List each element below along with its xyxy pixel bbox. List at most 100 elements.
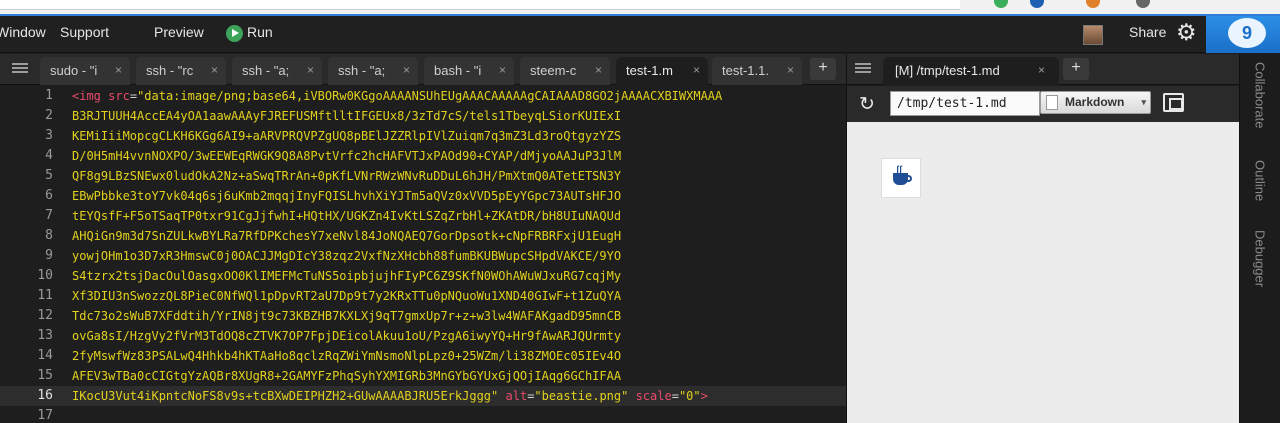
line-number: 7 bbox=[45, 208, 53, 223]
tab-label: steem-c bbox=[530, 63, 577, 78]
run-button[interactable]: Run bbox=[247, 24, 273, 40]
menu-support[interactable]: Support bbox=[60, 24, 109, 40]
extension-icon[interactable] bbox=[1030, 0, 1044, 8]
play-icon[interactable] bbox=[226, 25, 243, 42]
equals: = bbox=[129, 89, 138, 103]
line-number: 15 bbox=[37, 368, 53, 383]
preview-tab-bar: [M] /tmp/test-1.md × + bbox=[847, 54, 1239, 85]
popout-icon[interactable] bbox=[1163, 93, 1184, 112]
browser-chrome-strip bbox=[0, 0, 1280, 16]
add-tab-button[interactable]: + bbox=[1063, 58, 1089, 80]
tab-label: ssh - "a; bbox=[338, 63, 386, 78]
code-line: KEMiIiiMopcgCLKH6KGg6AI9+aARVPRQVPZgUQ8p… bbox=[72, 129, 622, 143]
code-line: 2fyMswfWz83PSALwQ4Hhkb4hKTAaHo8qclzRqZWi… bbox=[72, 349, 622, 363]
preview-tab[interactable]: [M] /tmp/test-1.md × bbox=[883, 57, 1059, 85]
java-cup-icon: ʃʃ bbox=[881, 158, 921, 198]
code-line: yowjOHm1o3D7xR3HmswC0j0OACJJMgDIcY38zqz2… bbox=[72, 249, 622, 263]
preview-toolbar: ↻ /tmp/test-1.md Markdown ▾ bbox=[847, 86, 1239, 122]
close-icon[interactable]: × bbox=[403, 57, 410, 84]
line-number: 17 bbox=[37, 408, 53, 423]
editor-tab-active[interactable]: test-1.m × bbox=[616, 57, 708, 85]
tab-label: ssh - "a; bbox=[242, 63, 290, 78]
attr-value: IKocU3Vut4iKpntcNoFS8v9s+tcBXwDEIPHZH2+G… bbox=[72, 389, 499, 403]
attr-name: src bbox=[108, 89, 130, 103]
code-line: EBwPbbke3toY7vk04q6sj6uKmb2mqqjInyFQISLh… bbox=[72, 189, 622, 203]
editor-tab-bar: sudo - "i × ssh - "rc × ssh - "a; × ssh - "… bbox=[0, 54, 846, 85]
code-line: D/0H5mH4vvnNOXPO/3wEEWEqRWGK9Q8A8PvtVrfc… bbox=[72, 149, 622, 163]
line-number: 2 bbox=[45, 108, 53, 123]
editor-tab[interactable]: bash - "i × bbox=[424, 57, 514, 85]
close-icon[interactable]: × bbox=[693, 57, 700, 84]
tab-label: ssh - "rc bbox=[146, 63, 194, 78]
share-button[interactable]: Share bbox=[1129, 24, 1166, 40]
extension-icon[interactable] bbox=[994, 0, 1008, 8]
attr-name: alt bbox=[505, 389, 528, 403]
cloud9-logo-icon: 9 bbox=[1228, 18, 1266, 48]
preview-button[interactable]: Preview bbox=[154, 24, 204, 40]
equals: = bbox=[671, 389, 679, 403]
refresh-icon[interactable]: ↻ bbox=[859, 93, 875, 116]
line-number: 5 bbox=[45, 168, 53, 183]
line-gutter: 1 2 3 4 5 6 7 8 9 10 11 12 13 14 15 16 1… bbox=[0, 86, 62, 423]
line-number: 12 bbox=[37, 308, 53, 323]
preview-mode-select[interactable]: Markdown ▾ bbox=[1040, 91, 1151, 114]
close-icon[interactable]: × bbox=[211, 57, 218, 84]
code-line: B3RJTUUH4AccEA4yOA1aawAAAyFJREFUSMftlltI… bbox=[72, 109, 622, 123]
add-tab-button[interactable]: + bbox=[810, 58, 836, 80]
code-line: AFEV3wTBa0cCIGtgYzAQBr8XUgR8+2GAMYFzPhqS… bbox=[72, 369, 622, 383]
side-rail: Collaborate Outline Debugger bbox=[1239, 54, 1280, 423]
editor-tab[interactable]: test-1.1. × bbox=[712, 57, 802, 85]
close-icon[interactable]: × bbox=[499, 57, 506, 84]
code-line-active: IKocU3Vut4iKpntcNoFS8v9s+tcBXwDEIPHZH2+G… bbox=[72, 386, 846, 406]
code-editor[interactable]: 1 2 3 4 5 6 7 8 9 10 11 12 13 14 15 16 1… bbox=[0, 86, 846, 423]
close-icon[interactable]: × bbox=[1038, 57, 1045, 84]
avatar[interactable] bbox=[1083, 25, 1103, 45]
debugger-tab[interactable]: Debugger bbox=[1253, 230, 1268, 287]
gear-icon[interactable]: ⚙ bbox=[1176, 21, 1197, 44]
tab-label: [M] /tmp/test-1.md bbox=[895, 63, 1000, 78]
line-number: 3 bbox=[45, 128, 53, 143]
line-number: 1 bbox=[45, 88, 53, 103]
line-number: 8 bbox=[45, 228, 53, 243]
preview-path-input[interactable]: /tmp/test-1.md bbox=[890, 91, 1040, 116]
line-number: 13 bbox=[37, 328, 53, 343]
mode-label: Markdown bbox=[1065, 95, 1125, 109]
line-number: 16 bbox=[37, 388, 53, 403]
line-number: 9 bbox=[45, 248, 53, 263]
preview-area: ʃʃ bbox=[847, 122, 1239, 423]
tab-label: test-1.m bbox=[626, 63, 673, 78]
close-icon[interactable]: × bbox=[787, 57, 794, 84]
address-bar-edge bbox=[0, 0, 960, 10]
close-icon[interactable]: × bbox=[115, 57, 122, 84]
code-content: <img src="data:image/png;base64,iVBORw0K… bbox=[72, 86, 846, 423]
menu-window[interactable]: Window bbox=[0, 24, 46, 40]
code-line: Tdc73o2sWuB7XFddtih/YrIN8jt9c73KBZHB7KXL… bbox=[72, 309, 622, 323]
line-number: 14 bbox=[37, 348, 53, 363]
editor-tab[interactable]: steem-c × bbox=[520, 57, 610, 85]
attr-value: "beastie.png" bbox=[534, 389, 629, 403]
editor-tab[interactable]: ssh - "rc × bbox=[136, 57, 226, 85]
extension-icon[interactable] bbox=[1086, 0, 1100, 8]
line-number: 4 bbox=[45, 148, 53, 163]
close-icon[interactable]: × bbox=[307, 57, 314, 84]
editor-tab[interactable]: ssh - "a; × bbox=[232, 57, 322, 85]
line-number: 6 bbox=[45, 188, 53, 203]
attr-value: "0" bbox=[678, 389, 701, 403]
close-icon[interactable]: × bbox=[595, 57, 602, 84]
attr-name: scale bbox=[635, 389, 672, 403]
extension-icon[interactable] bbox=[1136, 0, 1150, 8]
editor-tab[interactable]: ssh - "a; × bbox=[328, 57, 418, 85]
cloud9-logo[interactable]: 9 bbox=[1206, 16, 1280, 53]
code-line: Xf3DIU3nSwozzQL8PieC0NfWQl1pDpvRT2aU7Dp9… bbox=[72, 289, 622, 303]
tab-list-icon[interactable] bbox=[855, 61, 871, 75]
outline-tab[interactable]: Outline bbox=[1253, 160, 1268, 201]
tab-list-icon[interactable] bbox=[12, 61, 28, 75]
collaborate-tab[interactable]: Collaborate bbox=[1253, 62, 1268, 129]
cup-handle bbox=[906, 175, 912, 182]
tab-label: sudo - "i bbox=[50, 63, 98, 78]
html-tag: > bbox=[700, 389, 708, 403]
code-line: <img src="data:image/png;base64,iVBORw0K… bbox=[72, 86, 846, 106]
menu-bar: Window Support Preview Run Share ⚙ bbox=[0, 16, 1280, 53]
editor-tab[interactable]: sudo - "i × bbox=[40, 57, 130, 85]
